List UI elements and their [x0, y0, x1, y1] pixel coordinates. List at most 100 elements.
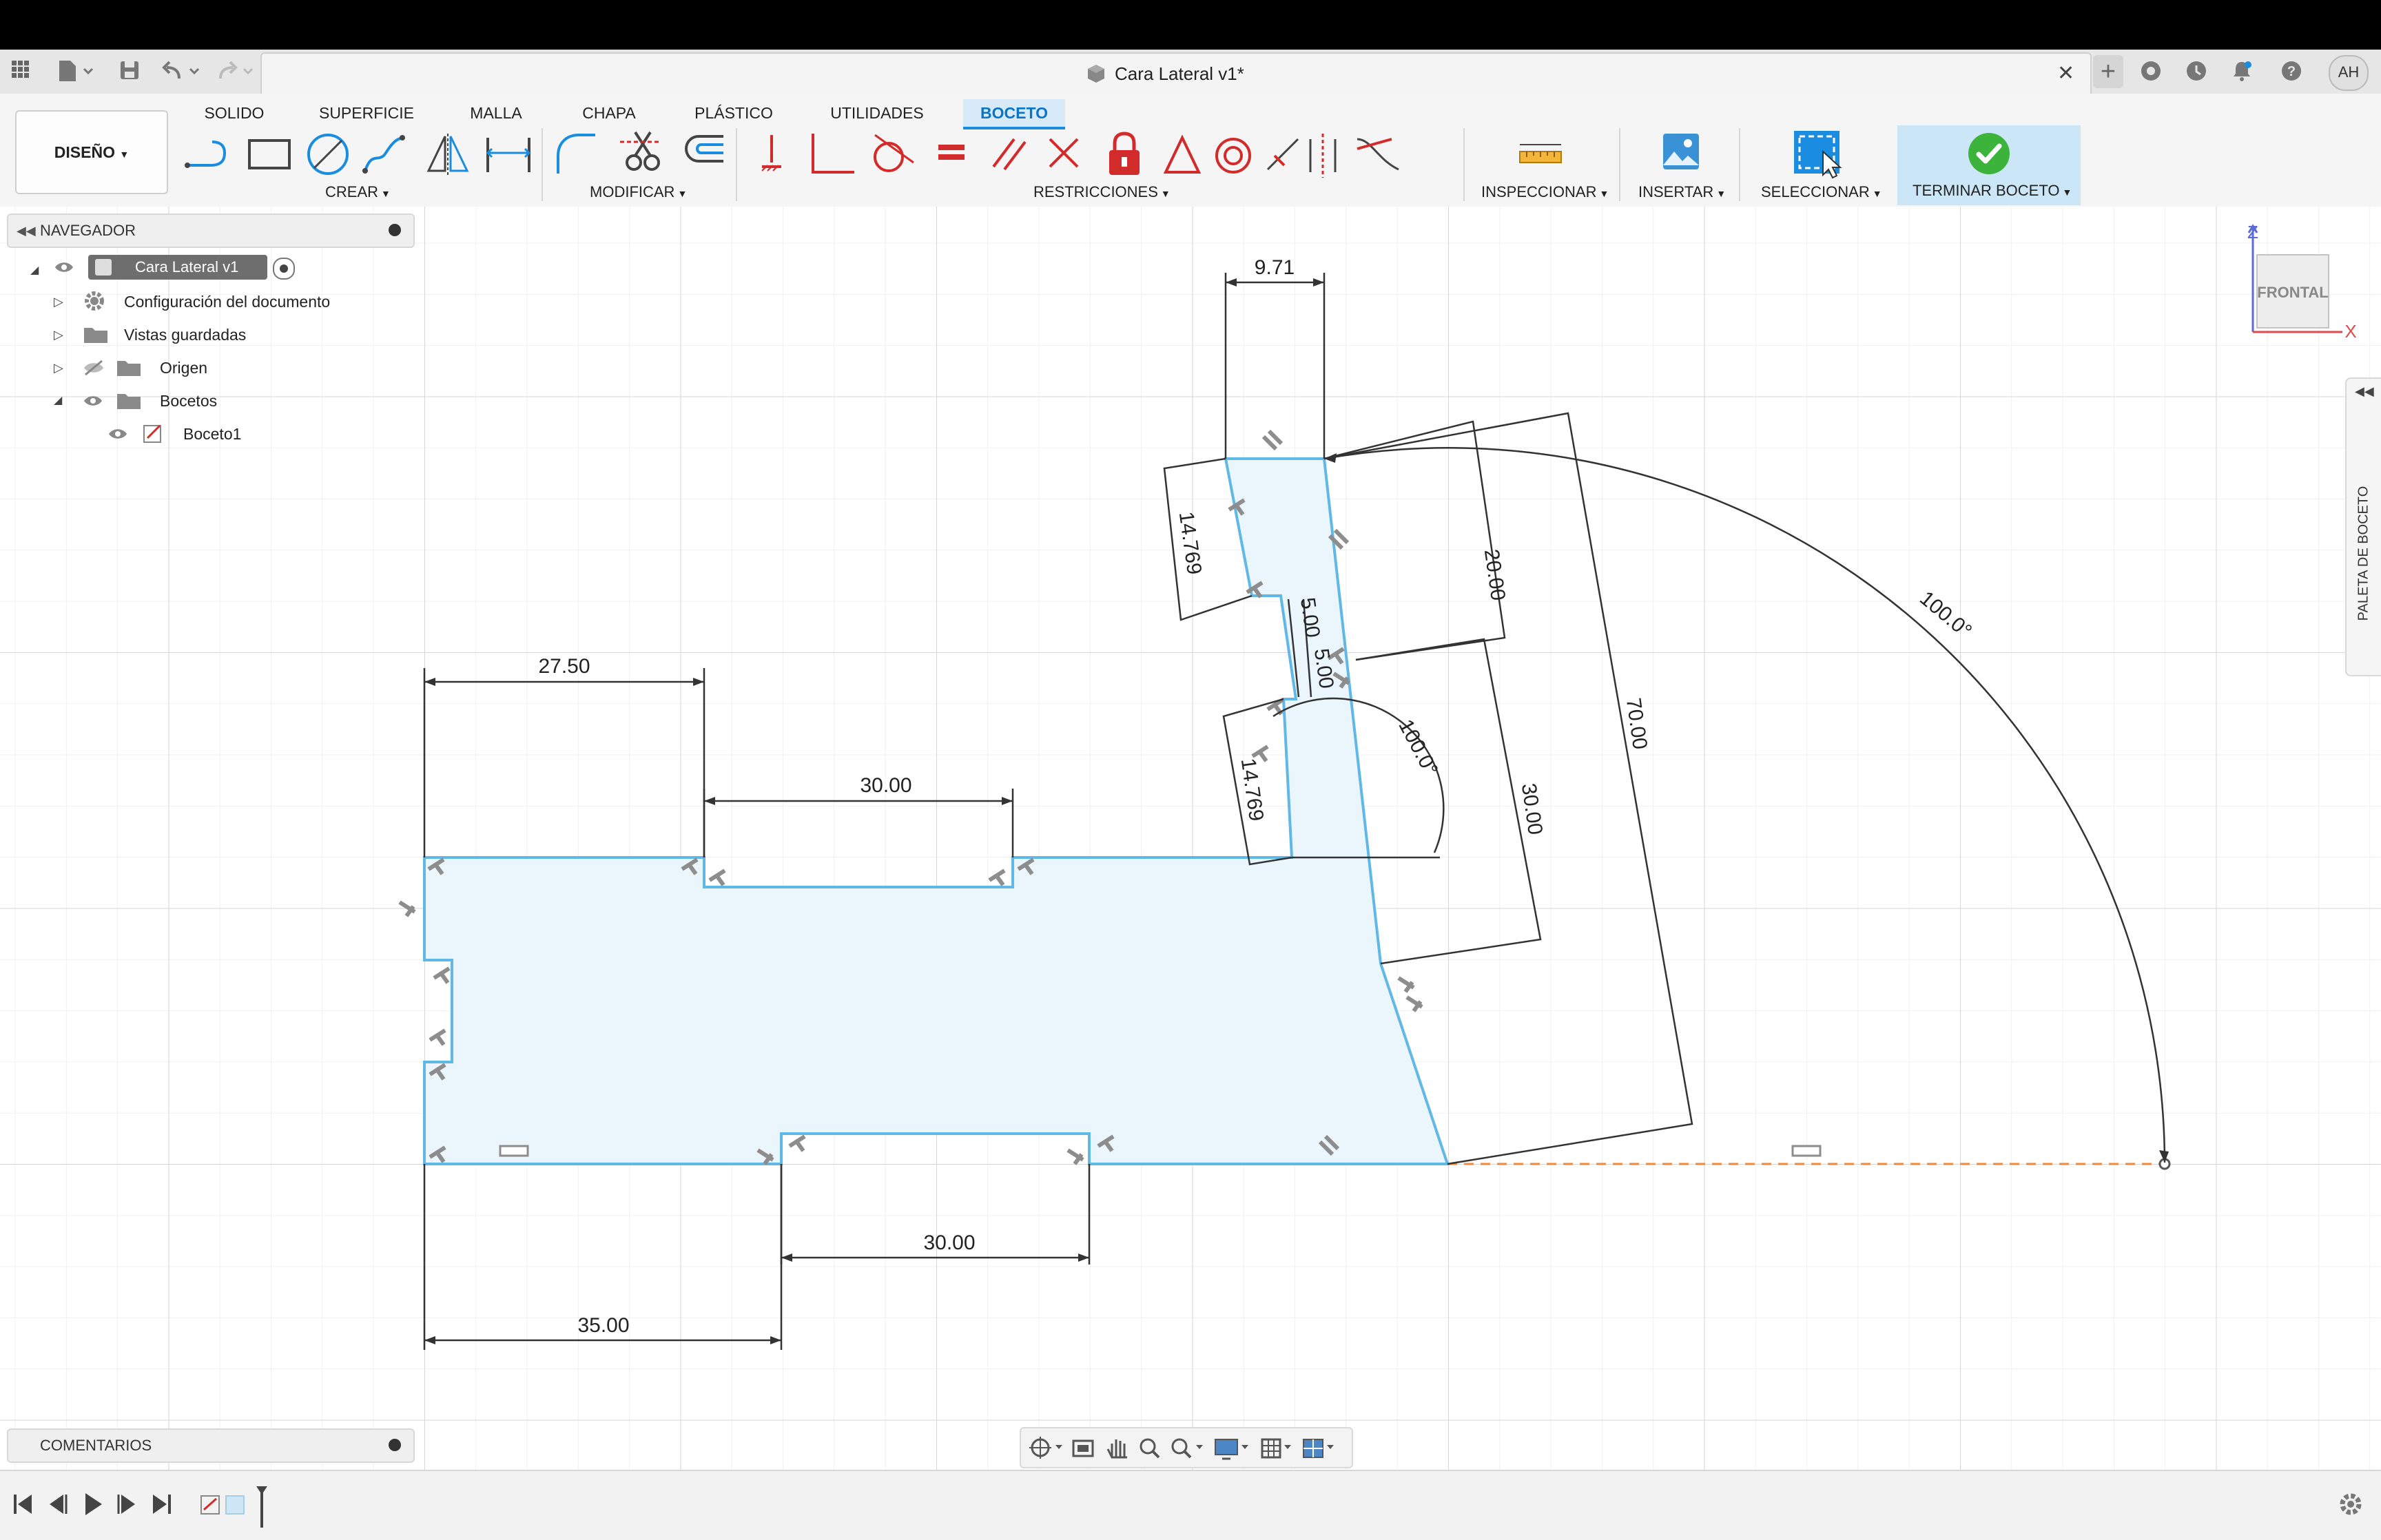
equal-constraint-icon[interactable]	[938, 145, 965, 160]
timeline-settings-gear-icon[interactable]	[2337, 1490, 2364, 1518]
fix-constraint-icon[interactable]	[761, 135, 781, 171]
create-menu[interactable]: CREAR ▼	[325, 182, 391, 202]
add-comment-icon[interactable]	[389, 1439, 401, 1451]
tab-sketch[interactable]: BOCETO	[963, 99, 1065, 129]
tree-expand-icon[interactable]: ◢	[54, 387, 62, 415]
display-settings-icon[interactable]	[1215, 1439, 1248, 1460]
collapse-left-icon[interactable]: ◀◀	[17, 215, 36, 247]
fillet-tool-icon[interactable]	[557, 134, 595, 174]
spline-tool-icon[interactable]	[362, 135, 405, 174]
select-tool-icon[interactable]	[1791, 128, 1844, 179]
timeline-profile-item[interactable]	[225, 1495, 245, 1515]
tab-mesh[interactable]: MALLA	[462, 99, 530, 127]
go-to-end-icon[interactable]	[153, 1495, 171, 1514]
eye-icon[interactable]	[107, 426, 128, 442]
perpendicular-constraint-icon[interactable]	[812, 134, 854, 174]
trim-tool-icon[interactable]	[620, 131, 660, 171]
sketch-canvas[interactable]: 27.50 30.00 30.00 35.00 9.71 14.769 14.7…	[0, 207, 2381, 1470]
comments-panel-header[interactable]: COMENTARIOS	[7, 1428, 415, 1463]
expand-arrow-icon[interactable]: ▷	[54, 288, 63, 315]
tab-surface[interactable]: SUPERFICIE	[318, 99, 415, 127]
finish-sketch-button[interactable]: TERMINAR BOCETO ▼	[1897, 125, 2081, 205]
fit-icon[interactable]	[1171, 1438, 1203, 1459]
timeline-marker[interactable]	[256, 1486, 267, 1528]
tree-item-label[interactable]: Vistas guardadas	[124, 321, 246, 348]
expand-arrow-icon[interactable]: ▷	[54, 321, 63, 348]
step-back-icon[interactable]	[50, 1495, 68, 1514]
concentric-constraint-icon[interactable]	[1215, 138, 1251, 174]
tree-expand-icon[interactable]: ◢	[30, 254, 39, 282]
activate-radio[interactable]	[273, 258, 295, 280]
dimension-label[interactable]: 9.71	[1255, 256, 1295, 279]
user-avatar[interactable]: AH	[2329, 55, 2369, 91]
tree-item-label[interactable]: Configuración del documento	[124, 288, 330, 315]
tree-item-label[interactable]: Origen	[160, 354, 207, 382]
expand-arrow-icon[interactable]: ▷	[54, 354, 63, 382]
tree-item-label[interactable]: Bocetos	[160, 387, 217, 415]
grid-settings-icon[interactable]	[1261, 1438, 1291, 1459]
expand-left-icon[interactable]: ◀◀	[2355, 384, 2374, 399]
tree-item-label[interactable]: Boceto1	[183, 420, 241, 448]
rectangle-tool-icon[interactable]	[248, 139, 291, 169]
dimension-tool-icon[interactable]	[486, 138, 531, 172]
hidden-eye-icon[interactable]	[83, 360, 105, 376]
constraints-menu[interactable]: RESTRICCIONES ▼	[1033, 182, 1171, 202]
coincident-constraint-icon[interactable]	[1049, 138, 1079, 168]
tab-solid[interactable]: SOLIDO	[200, 99, 269, 127]
symmetry-constraint-icon[interactable]	[1309, 134, 1337, 178]
timeline-sketch-item[interactable]	[200, 1495, 220, 1515]
eye-icon[interactable]	[54, 259, 73, 275]
offset-tool-icon[interactable]	[684, 135, 723, 163]
redo-icon[interactable]	[215, 59, 256, 84]
look-at-icon[interactable]	[1072, 1439, 1094, 1457]
navigator-title: NAVEGADOR	[40, 222, 136, 239]
orbit-icon[interactable]	[1029, 1437, 1062, 1459]
go-to-start-icon[interactable]	[14, 1495, 32, 1514]
app-grid-icon[interactable]	[7, 59, 34, 84]
tab-utilities[interactable]: UTILIDADES	[827, 99, 927, 127]
tangent-constraint-icon[interactable]	[874, 134, 914, 172]
panel-options-icon[interactable]	[389, 224, 401, 236]
eye-icon[interactable]	[83, 393, 103, 409]
zoom-icon[interactable]	[1140, 1438, 1160, 1459]
workspace-switcher[interactable]: DISEÑO ▼	[15, 110, 168, 194]
select-menu[interactable]: SELECCIONAR ▼	[1761, 182, 1882, 202]
save-icon[interactable]	[116, 59, 143, 84]
pan-icon[interactable]	[1106, 1439, 1127, 1459]
insert-image-icon[interactable]	[1660, 131, 1702, 172]
job-status-icon[interactable]	[2183, 59, 2210, 84]
close-tab-icon[interactable]: ✕	[2057, 61, 2074, 87]
dimension-label[interactable]: 27.50	[538, 655, 590, 678]
new-tab-icon[interactable]: +	[2093, 55, 2123, 88]
dimension-label[interactable]: 35.00	[577, 1314, 629, 1337]
triangle-constraint-icon[interactable]	[1163, 134, 1202, 174]
tree-item-root[interactable]: Cara Lateral v1	[88, 255, 267, 280]
notifications-icon[interactable]	[2228, 59, 2256, 84]
midpoint-constraint-icon[interactable]	[1266, 138, 1299, 171]
viewports-icon[interactable]	[1303, 1439, 1334, 1458]
lock-icon[interactable]	[1109, 132, 1140, 175]
file-menu-icon[interactable]	[55, 59, 96, 84]
tab-plastic[interactable]: PLÁSTICO	[689, 99, 779, 127]
curvature-constraint-icon[interactable]	[1357, 138, 1399, 171]
tab-sheet-metal[interactable]: CHAPA	[575, 99, 643, 127]
sketch-palette-tab[interactable]: ◀◀ PALETA DE BOCETO	[2345, 377, 2381, 676]
view-cube[interactable]: Z X FRONTAL	[2232, 222, 2356, 346]
extensions-icon[interactable]	[2137, 59, 2165, 84]
measure-tool-icon[interactable]	[1516, 139, 1565, 172]
inspect-menu[interactable]: INSPECCIONAR ▼	[1481, 182, 1609, 202]
line-tool-icon[interactable]	[185, 141, 227, 168]
dimension-label[interactable]: 30.00	[923, 1231, 975, 1254]
step-forward-icon[interactable]	[117, 1495, 135, 1514]
circle-tool-icon[interactable]	[307, 134, 349, 175]
parallel-constraint-icon[interactable]	[992, 138, 1027, 171]
mirror-tool-icon[interactable]	[426, 134, 469, 175]
document-tab[interactable]: Cara Lateral v1* ✕	[260, 52, 2092, 95]
modify-menu[interactable]: MODIFICAR ▼	[590, 182, 687, 202]
help-icon[interactable]: ?	[2278, 59, 2305, 84]
insert-menu[interactable]: INSERTAR ▼	[1638, 182, 1726, 202]
navigator-panel-header[interactable]: ◀◀ NAVEGADOR	[7, 214, 415, 248]
undo-icon[interactable]	[161, 59, 203, 84]
play-icon[interactable]	[85, 1493, 102, 1515]
dimension-label[interactable]: 30.00	[860, 774, 911, 797]
